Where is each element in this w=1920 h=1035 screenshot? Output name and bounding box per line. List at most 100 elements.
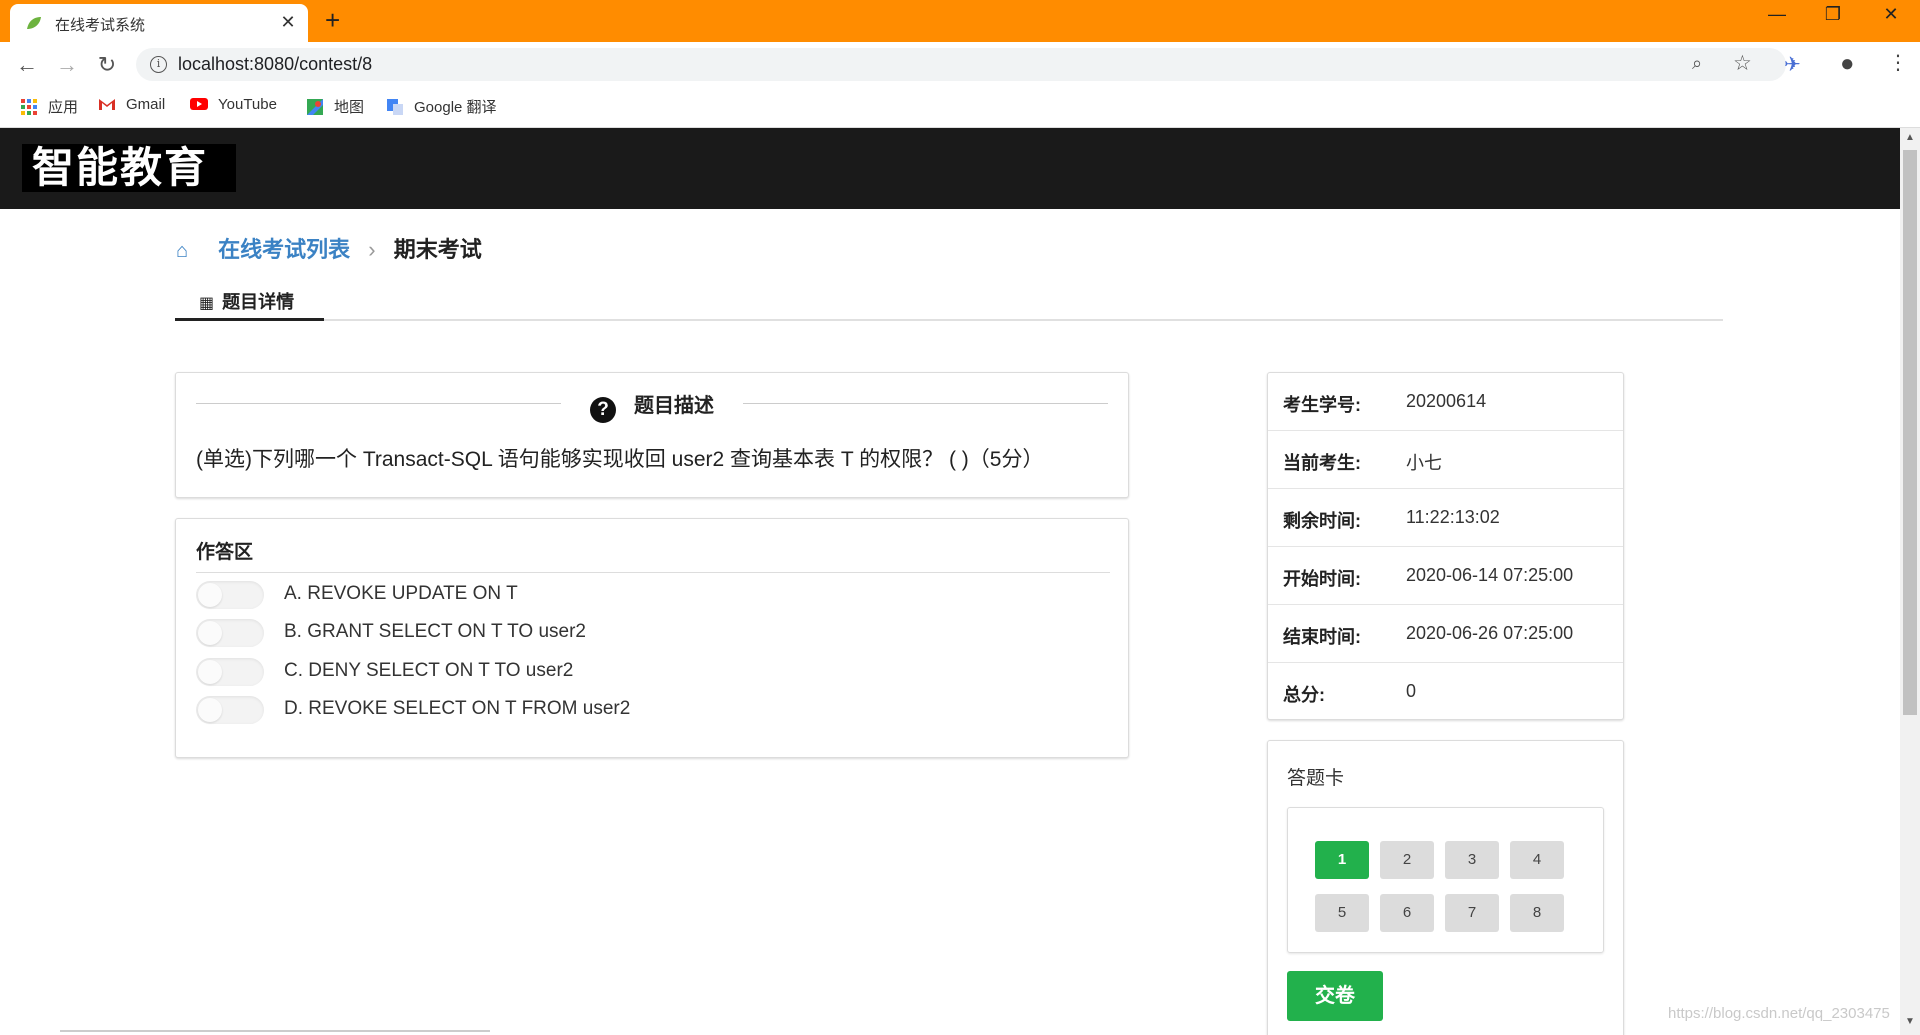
info-value: 2020-06-14 07:25:00 — [1406, 565, 1574, 585]
forward-icon[interactable]: → — [53, 52, 81, 78]
info-value: 2020-06-26 07:25:00 — [1406, 623, 1574, 643]
toggle-knob — [198, 660, 222, 684]
bookmark-apps[interactable]: 应用 — [20, 96, 78, 117]
translate-icon — [387, 99, 403, 115]
bookmark-translate[interactable]: Google 翻译 — [386, 96, 497, 117]
content-tabs: ▦ 题目详情 — [175, 276, 1723, 321]
info-label: 总分: — [1283, 685, 1325, 705]
browser-toolbar: ← → ↻ i localhost:8080/contest/8 ⌕ ☆ ✈ ●… — [0, 42, 1920, 86]
question-nav-button-3[interactable]: 3 — [1445, 841, 1499, 879]
watermark-text: https://blog.csdn.net/qq_2303475 — [1668, 1005, 1890, 1022]
restore-button[interactable]: ❐ — [1818, 4, 1848, 25]
bookmark-maps[interactable]: 地图 — [306, 96, 364, 117]
bookmark-youtube[interactable]: YouTube — [190, 96, 277, 113]
question-nav-button-4[interactable]: 4 — [1510, 841, 1564, 879]
option-toggle[interactable] — [196, 619, 264, 647]
scroll-down-icon[interactable]: ▼ — [1905, 1016, 1915, 1027]
scroll-thumb[interactable] — [1903, 150, 1917, 715]
tab-title: 在线考试系统 — [55, 17, 146, 34]
zoom-icon[interactable]: ⌕ — [1692, 53, 1702, 74]
bookmark-star-icon[interactable]: ☆ — [1733, 51, 1752, 76]
option-label: C. DENY SELECT ON T TO user2 — [284, 660, 574, 681]
question-nav-button-8[interactable]: 8 — [1510, 894, 1564, 932]
maps-icon — [307, 99, 323, 115]
scroll-up-icon[interactable]: ▲ — [1905, 132, 1915, 143]
option-label: D. REVOKE SELECT ON T FROM user2 — [284, 698, 631, 719]
info-label: 开始时间: — [1283, 569, 1361, 589]
question-description-card: ? 题目描述 (单选)下列哪一个 Transact-SQL 语句能够实现收回 us… — [175, 372, 1129, 498]
gmail-icon — [99, 99, 115, 110]
option-label: B. GRANT SELECT ON T TO user2 — [284, 621, 586, 642]
bookmark-gmail[interactable]: Gmail — [98, 96, 165, 113]
question-description-header: ? 题目描述 — [176, 389, 1128, 423]
tab-close-icon[interactable]: ✕ — [278, 12, 298, 33]
info-label: 考生学号: — [1283, 395, 1361, 415]
bookmark-label: 地图 — [334, 99, 365, 116]
grid-icon: ▦ — [199, 295, 215, 312]
site-navbar: 智能教育 — [0, 128, 1900, 209]
question-nav-button-5[interactable]: 5 — [1315, 894, 1369, 932]
question-nav-button-6[interactable]: 6 — [1380, 894, 1434, 932]
breadcrumb-exam-list-link[interactable]: 在线考试列表 — [218, 237, 350, 262]
page-content: 智能教育 ⌂ 在线考试列表 › 期末考试 ▦ 题目详情 ? 题目描述 (单选)下列哪… — [0, 128, 1900, 1035]
address-bar[interactable]: i localhost:8080/contest/8 ⌕ ☆ — [136, 48, 1786, 81]
site-logo[interactable]: 智能教育 — [22, 144, 236, 192]
back-icon[interactable]: ← — [13, 52, 41, 78]
toggle-knob — [198, 583, 222, 607]
breadcrumb: ⌂ 在线考试列表 › 期末考试 — [176, 232, 482, 264]
home-icon[interactable]: ⌂ — [176, 240, 198, 263]
answer-area-card: 作答区 A. REVOKE UPDATE ON T B. GRANT SELEC… — [175, 518, 1129, 758]
question-nav-button-1[interactable]: 1 — [1315, 841, 1369, 879]
info-value: 20200614 — [1406, 391, 1487, 411]
bookmark-label: 应用 — [48, 99, 79, 116]
question-nav-button-2[interactable]: 2 — [1380, 841, 1434, 879]
info-row-start-time: 开始时间: 2020-06-14 07:25:00 — [1268, 547, 1623, 605]
option-b[interactable]: B. GRANT SELECT ON T TO user2 — [196, 619, 796, 647]
breadcrumb-separator: › — [368, 237, 376, 262]
question-nav-button-7[interactable]: 7 — [1445, 894, 1499, 932]
submit-exam-button[interactable]: 交卷 — [1287, 971, 1383, 1021]
site-info-icon[interactable]: i — [150, 56, 167, 73]
browser-tab[interactable]: 在线考试系统 ✕ — [10, 4, 308, 42]
info-label: 当前考生: — [1283, 453, 1361, 473]
profile-icon[interactable]: ● — [1840, 50, 1855, 78]
minimize-button[interactable]: — — [1762, 4, 1792, 25]
info-row-student-id: 考生学号: 20200614 — [1268, 373, 1623, 431]
extension-icon[interactable]: ✈ — [1784, 52, 1801, 77]
url-text[interactable]: localhost:8080/contest/8 — [178, 54, 372, 75]
new-tab-button[interactable]: + — [325, 5, 340, 36]
tab-label: 题目详情 — [222, 292, 295, 312]
info-label: 结束时间: — [1283, 627, 1361, 647]
section-title: 题目描述 — [634, 395, 714, 417]
question-text: (单选)下列哪一个 Transact-SQL 语句能够实现收回 user2 查询… — [196, 448, 1044, 471]
divider — [60, 1030, 490, 1032]
answer-area-title: 作答区 — [196, 537, 1110, 573]
option-d[interactable]: D. REVOKE SELECT ON T FROM user2 — [196, 696, 796, 724]
bookmarks-bar: 应用 Gmail YouTube 地图 Google 翻译 — [0, 86, 1920, 128]
option-c[interactable]: C. DENY SELECT ON T TO user2 — [196, 658, 796, 686]
divider — [196, 403, 561, 404]
option-toggle[interactable] — [196, 696, 264, 724]
question-number-grid: 1 2 3 4 5 6 7 8 — [1287, 807, 1604, 953]
apps-grid-icon — [21, 99, 37, 115]
info-row-remaining-time: 剩余时间: 11:22:13:02 — [1268, 489, 1623, 547]
tab-question-detail[interactable]: ▦ 题目详情 — [175, 276, 324, 321]
option-toggle[interactable] — [196, 658, 264, 686]
option-a[interactable]: A. REVOKE UPDATE ON T — [196, 581, 796, 609]
page-scrollbar[interactable]: ▲ ▼ — [1900, 128, 1920, 1035]
divider — [743, 403, 1108, 404]
info-value: 小七 — [1406, 453, 1442, 473]
browser-tab-bar: 在线考试系统 ✕ + — ❐ ✕ — [0, 0, 1920, 42]
close-window-button[interactable]: ✕ — [1876, 4, 1906, 25]
breadcrumb-current: 期末考试 — [393, 237, 482, 262]
info-row-total-score: 总分: 0 — [1268, 663, 1623, 721]
exam-info-card: 考生学号: 20200614 当前考生: 小七 剩余时间: 11:22:13:0… — [1267, 372, 1624, 720]
logo-text: 智能教育 — [32, 143, 209, 192]
reload-icon[interactable]: ↻ — [93, 52, 121, 78]
toggle-knob — [198, 698, 222, 722]
option-toggle[interactable] — [196, 581, 264, 609]
menu-icon[interactable]: ⋮ — [1888, 50, 1908, 75]
info-value: 0 — [1406, 681, 1417, 701]
bookmark-label: YouTube — [218, 96, 277, 113]
option-label: A. REVOKE UPDATE ON T — [284, 583, 518, 604]
